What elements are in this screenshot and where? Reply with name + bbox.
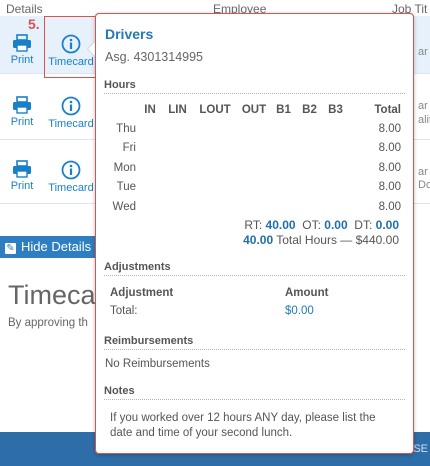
popover-title: Drivers bbox=[105, 26, 154, 42]
hours-summary-rates: RT: 40.00 OT: 0.00 DT: 0.00 bbox=[244, 218, 399, 232]
rt-value: 40.00 bbox=[265, 218, 296, 232]
hours-table: IN LIN LOUT OUT B1 B2 B3 Total Thu 8.00 … bbox=[104, 101, 405, 217]
hours-col-b2: B2 bbox=[302, 104, 317, 116]
footer-text: SE bbox=[413, 443, 428, 455]
row-job-title: ar bbox=[418, 100, 428, 112]
dt-label: DT: bbox=[354, 218, 373, 232]
print-label: Print bbox=[10, 116, 34, 128]
printer-icon bbox=[13, 160, 31, 178]
total-hours-text: Total Hours — $440.00 bbox=[276, 233, 399, 247]
hours-day: Thu bbox=[116, 122, 136, 135]
page-subtitle: By approving th bbox=[8, 317, 88, 329]
hours-col-out: OUT bbox=[241, 104, 267, 116]
column-header-details: Details bbox=[6, 2, 43, 16]
print-button[interactable]: Print bbox=[0, 34, 44, 66]
adjustments-total-label: Total: bbox=[110, 305, 138, 317]
total-hours-value: 40.00 bbox=[243, 233, 274, 247]
hours-header-row: IN LIN LOUT OUT B1 B2 B3 Total bbox=[104, 101, 405, 119]
ot-label: OT: bbox=[302, 218, 321, 232]
timecard-label: Timecard bbox=[48, 182, 94, 194]
adjustments-section-header: Adjustments bbox=[104, 261, 405, 276]
hours-col-lin: LIN bbox=[168, 104, 187, 116]
hours-total: 8.00 bbox=[378, 142, 401, 155]
hours-total: 8.00 bbox=[378, 200, 401, 213]
timecard-button[interactable]: Timecard bbox=[46, 96, 96, 130]
printer-icon bbox=[13, 34, 31, 52]
adjustments-total-amount: $0.00 bbox=[285, 305, 314, 317]
hours-col-total: Total bbox=[374, 104, 401, 116]
rt-label: RT: bbox=[244, 218, 263, 232]
hours-col-b1: B1 bbox=[276, 104, 291, 116]
timecard-button[interactable]: Timecard bbox=[46, 160, 96, 194]
ot-value: 0.00 bbox=[324, 218, 348, 232]
pencil-icon: ✎ bbox=[5, 243, 16, 254]
reimbursements-text: No Reimbursements bbox=[105, 358, 210, 370]
hours-total: 8.00 bbox=[378, 161, 401, 174]
adjustment-column-header: Adjustment bbox=[110, 287, 174, 299]
print-button[interactable]: Print bbox=[0, 96, 44, 128]
row-job-title: ar bbox=[418, 46, 428, 58]
popover-arrow bbox=[87, 40, 96, 58]
hours-day: Fri bbox=[122, 142, 136, 155]
page-title: Timeca bbox=[8, 280, 96, 310]
hours-day: Wed bbox=[112, 200, 136, 213]
row-job-title-line2: Do bbox=[418, 179, 430, 191]
amount-column-header: Amount bbox=[285, 287, 329, 299]
hours-day: Mon bbox=[113, 161, 136, 174]
step-number: 5. bbox=[28, 16, 40, 32]
hours-col-day bbox=[104, 101, 138, 119]
hours-total: 8.00 bbox=[378, 122, 401, 135]
hours-row: Tue 8.00 bbox=[104, 178, 405, 198]
hours-col-lout: LOUT bbox=[199, 104, 231, 116]
hours-row: Mon 8.00 bbox=[104, 158, 405, 178]
hours-row: Thu 8.00 bbox=[104, 119, 405, 139]
assignment-number: Asg. 4301314995 bbox=[105, 50, 204, 64]
dt-value: 0.00 bbox=[375, 218, 399, 232]
print-label: Print bbox=[10, 180, 34, 192]
hide-details-label: Hide Details bbox=[21, 239, 92, 254]
printer-icon bbox=[13, 96, 31, 114]
hours-day: Tue bbox=[116, 181, 136, 194]
reimbursements-section-header: Reimbursements bbox=[104, 335, 405, 350]
hours-col-b3: B3 bbox=[328, 104, 343, 116]
hours-section-header: Hours bbox=[104, 79, 405, 94]
timecard-popover: Drivers Asg. 4301314995 Hours IN LIN LOU… bbox=[87, 13, 414, 454]
row-job-title: ar bbox=[418, 166, 428, 178]
notes-section-header: Notes bbox=[104, 385, 405, 400]
hours-row: Wed 8.00 bbox=[104, 197, 405, 217]
hours-col-in: IN bbox=[144, 104, 156, 116]
notes-text: If you worked over 12 hours ANY day, ple… bbox=[110, 412, 376, 439]
hide-details-button[interactable]: ✎ Hide Details bbox=[0, 236, 96, 258]
hours-total: 8.00 bbox=[378, 181, 401, 194]
hours-summary-total: 40.00 Total Hours — $440.00 bbox=[243, 233, 399, 247]
print-button[interactable]: Print bbox=[0, 160, 44, 192]
print-label: Print bbox=[10, 54, 34, 66]
info-icon bbox=[61, 96, 81, 116]
timecard-label: Timecard bbox=[48, 118, 94, 130]
hours-row: Fri 8.00 bbox=[104, 139, 405, 159]
info-icon bbox=[61, 160, 81, 180]
row-job-title-line2: alit bbox=[418, 114, 430, 126]
